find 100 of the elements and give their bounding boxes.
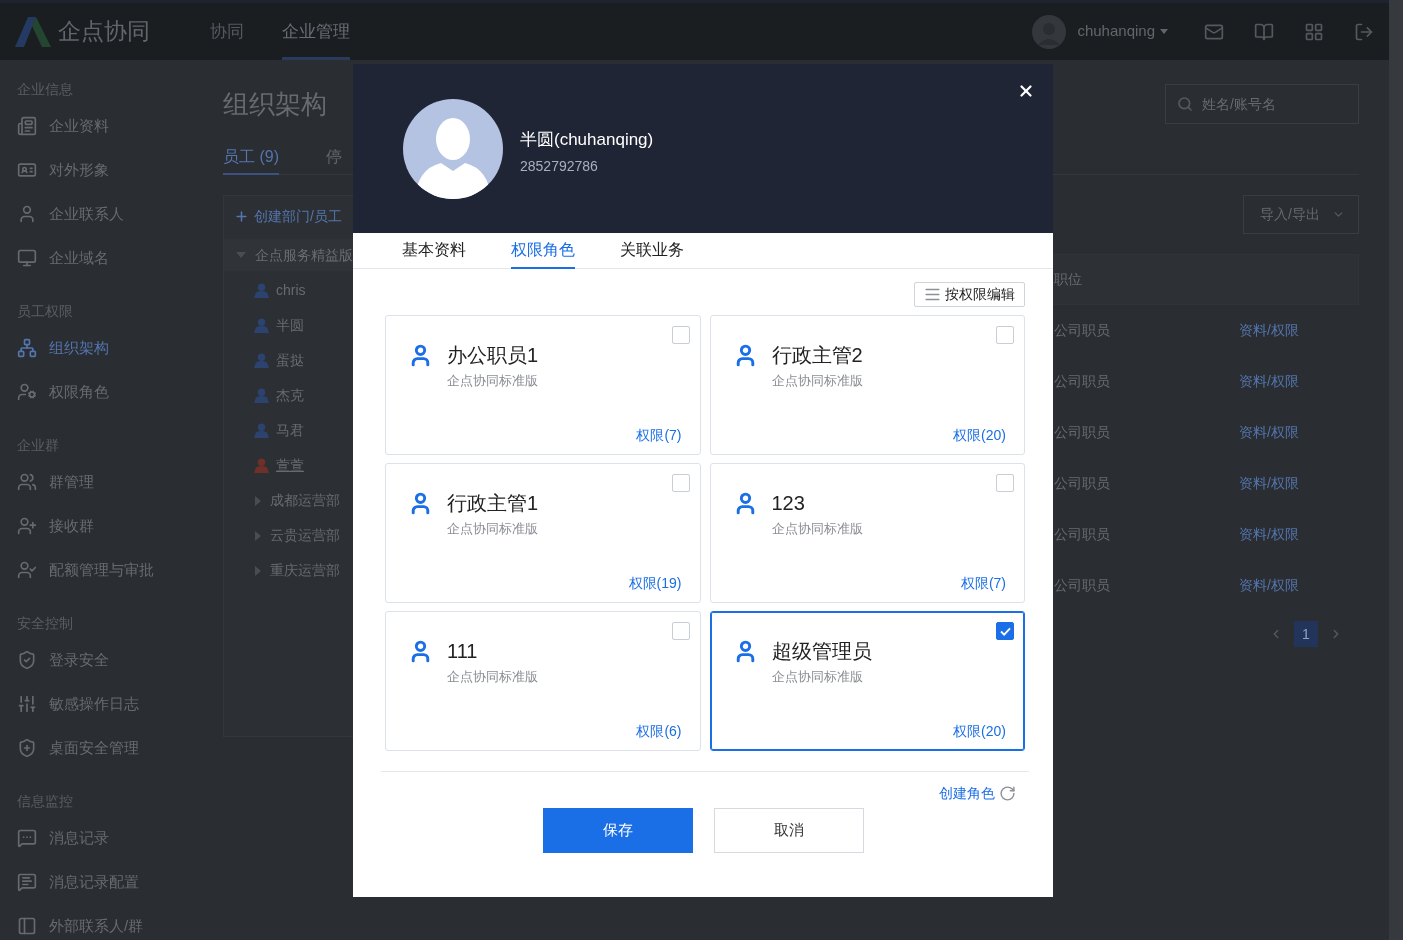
role-card[interactable]: 111 企点协同标准版 权限(6) bbox=[385, 611, 701, 751]
search-field[interactable]: 姓名/账号名 bbox=[1165, 84, 1359, 124]
sidebar-item[interactable]: 消息记录 bbox=[17, 816, 222, 860]
table-cell-text: 公司职员 bbox=[1054, 576, 1111, 595]
role-card[interactable]: 行政主管2 企点协同标准版 权限(20) bbox=[709, 315, 1025, 455]
sidebar-item[interactable]: 权限角色 bbox=[17, 370, 222, 414]
sidebar-item[interactable]: 敏感操作日志 bbox=[17, 682, 222, 726]
caret-icon[interactable] bbox=[255, 495, 261, 506]
role-name: 123 bbox=[771, 491, 806, 516]
tab[interactable]: 员工 (9) bbox=[223, 140, 279, 175]
role-card[interactable]: 123 企点协同标准版 权限(7) bbox=[709, 463, 1025, 603]
logo-icon bbox=[15, 16, 51, 47]
row-action-link[interactable]: 资料/权限 bbox=[1239, 422, 1299, 443]
sidebar-item[interactable]: 登录安全 bbox=[17, 638, 222, 682]
role-name: 超级管理员 bbox=[771, 639, 872, 664]
close-icon bbox=[1017, 82, 1035, 100]
avatar[interactable] bbox=[1032, 14, 1067, 49]
cancel-button[interactable]: 取消 bbox=[713, 808, 864, 853]
user-check-icon bbox=[17, 560, 37, 580]
role-name: 111 bbox=[447, 639, 479, 664]
shield-plus-icon bbox=[17, 738, 37, 758]
permissions-link[interactable]: 权限(20) bbox=[953, 425, 1006, 445]
sidebar-item[interactable]: 对外形象 bbox=[17, 148, 222, 192]
sidebar-item[interactable]: 消息记录配置 bbox=[17, 860, 222, 904]
close-button[interactable] bbox=[1017, 82, 1035, 100]
role-edition: 企点协同标准版 bbox=[447, 668, 538, 686]
search-icon bbox=[1177, 96, 1193, 112]
table-cell-text: 公司职员 bbox=[1054, 423, 1111, 442]
plus-icon bbox=[234, 208, 249, 224]
table-cell-text: 公司职员 bbox=[1054, 372, 1111, 391]
role-card[interactable]: 办公职员1 企点协同标准版 权限(7) bbox=[385, 315, 701, 455]
member-name[interactable]: 杰克 bbox=[276, 385, 304, 406]
role-name: 行政主管1 bbox=[447, 491, 539, 516]
department-name[interactable]: 成都运营部 bbox=[270, 490, 340, 511]
role-edition: 企点协同标准版 bbox=[447, 520, 539, 538]
caret-icon[interactable] bbox=[255, 565, 261, 576]
row-action-link[interactable]: 资料/权限 bbox=[1239, 575, 1299, 596]
row-action-link[interactable]: 资料/权限 bbox=[1239, 473, 1299, 494]
logout-icon[interactable] bbox=[1354, 21, 1374, 42]
username[interactable]: chuhanqing bbox=[1077, 20, 1155, 43]
department-name[interactable]: 云贵运营部 bbox=[270, 525, 340, 546]
sidebar-item[interactable]: 配额管理与审批 bbox=[17, 548, 222, 592]
member-name[interactable]: chris bbox=[276, 280, 306, 301]
edit-by-permission-button[interactable]: 按权限编辑 bbox=[914, 282, 1025, 307]
list-icon bbox=[924, 286, 941, 303]
sidebar-item[interactable]: 桌面安全管理 bbox=[17, 726, 222, 770]
role-card[interactable]: 超级管理员 企点协同标准版 权限(20) bbox=[709, 611, 1025, 751]
permissions-link[interactable]: 权限(6) bbox=[636, 721, 682, 741]
row-action-link[interactable]: 资料/权限 bbox=[1239, 524, 1299, 545]
role-edition: 企点协同标准版 bbox=[771, 520, 863, 538]
table-cell-text: 公司职员 bbox=[1054, 525, 1111, 544]
checkbox[interactable] bbox=[996, 622, 1014, 640]
table-cell-text: 公司职员 bbox=[1054, 474, 1111, 493]
caret-icon[interactable] bbox=[255, 530, 261, 541]
permissions-link[interactable]: 权限(7) bbox=[960, 573, 1006, 593]
sidebar-item[interactable]: 企业联系人 bbox=[17, 192, 222, 236]
sidebar-item[interactable]: 企业资料 bbox=[17, 104, 222, 148]
row-action-link[interactable]: 资料/权限 bbox=[1239, 371, 1299, 392]
row-action-link[interactable]: 资料/权限 bbox=[1239, 320, 1299, 341]
role-card[interactable]: 行政主管1 企点协同标准版 权限(19) bbox=[385, 463, 701, 603]
user-id: 2852792786 bbox=[520, 157, 599, 176]
tab[interactable]: 停 bbox=[326, 140, 342, 175]
person-icon bbox=[17, 204, 37, 224]
import-export-button[interactable]: 导入/导出 bbox=[1243, 195, 1359, 234]
sidebar-item[interactable]: 企业域名 bbox=[17, 236, 222, 280]
caret-icon[interactable] bbox=[236, 252, 246, 258]
member-name[interactable]: 马君 bbox=[276, 420, 304, 441]
caret-icon[interactable] bbox=[1160, 29, 1168, 34]
permissions-link[interactable]: 权限(7) bbox=[636, 425, 682, 445]
shield-check-icon bbox=[17, 650, 37, 670]
grid-icon[interactable] bbox=[1304, 21, 1324, 42]
user-name: 半圆(chuhanqing) bbox=[520, 129, 654, 151]
tab[interactable]: 基本资料 bbox=[402, 233, 466, 269]
member-name[interactable]: 蛋挞 bbox=[276, 350, 304, 371]
monitor-icon bbox=[17, 248, 37, 268]
tab[interactable]: 权限角色 bbox=[511, 233, 575, 269]
sidebar-item[interactable]: 外部联系人/群 bbox=[17, 904, 222, 940]
nav-tab[interactable]: 企业管理 bbox=[282, 3, 350, 60]
role-name: 办公职员1 bbox=[447, 343, 539, 368]
sidebar-item[interactable]: 组织架构 bbox=[17, 326, 222, 370]
permissions-link[interactable]: 权限(19) bbox=[628, 573, 682, 593]
permissions-link[interactable]: 权限(20) bbox=[953, 721, 1006, 741]
page-number[interactable]: 1 bbox=[1294, 621, 1318, 647]
tree-root-label: 企点服务精益版 bbox=[255, 245, 353, 265]
member-name[interactable]: 半圆 bbox=[276, 315, 304, 336]
sidebar-item[interactable]: 接收群 bbox=[17, 504, 222, 548]
chat-bubble-icon bbox=[17, 828, 37, 848]
newspaper-icon bbox=[17, 116, 37, 136]
member-name[interactable]: 萱萱 bbox=[276, 455, 304, 476]
department-name[interactable]: 重庆运营部 bbox=[270, 560, 340, 581]
save-button[interactable]: 保存 bbox=[542, 808, 693, 853]
create-role-link[interactable]: 创建角色 bbox=[939, 782, 995, 804]
sidebar-item[interactable]: 群管理 bbox=[17, 460, 222, 504]
tab[interactable]: 关联业务 bbox=[620, 233, 684, 269]
page-title: 组织架构 bbox=[223, 87, 327, 121]
column-heading: 职位 bbox=[1054, 270, 1082, 289]
refresh-icon[interactable] bbox=[999, 784, 1016, 802]
book-icon[interactable] bbox=[1254, 21, 1274, 42]
table-cell-text: 公司职员 bbox=[1054, 321, 1111, 340]
nav-tab[interactable]: 协同 bbox=[210, 3, 244, 60]
